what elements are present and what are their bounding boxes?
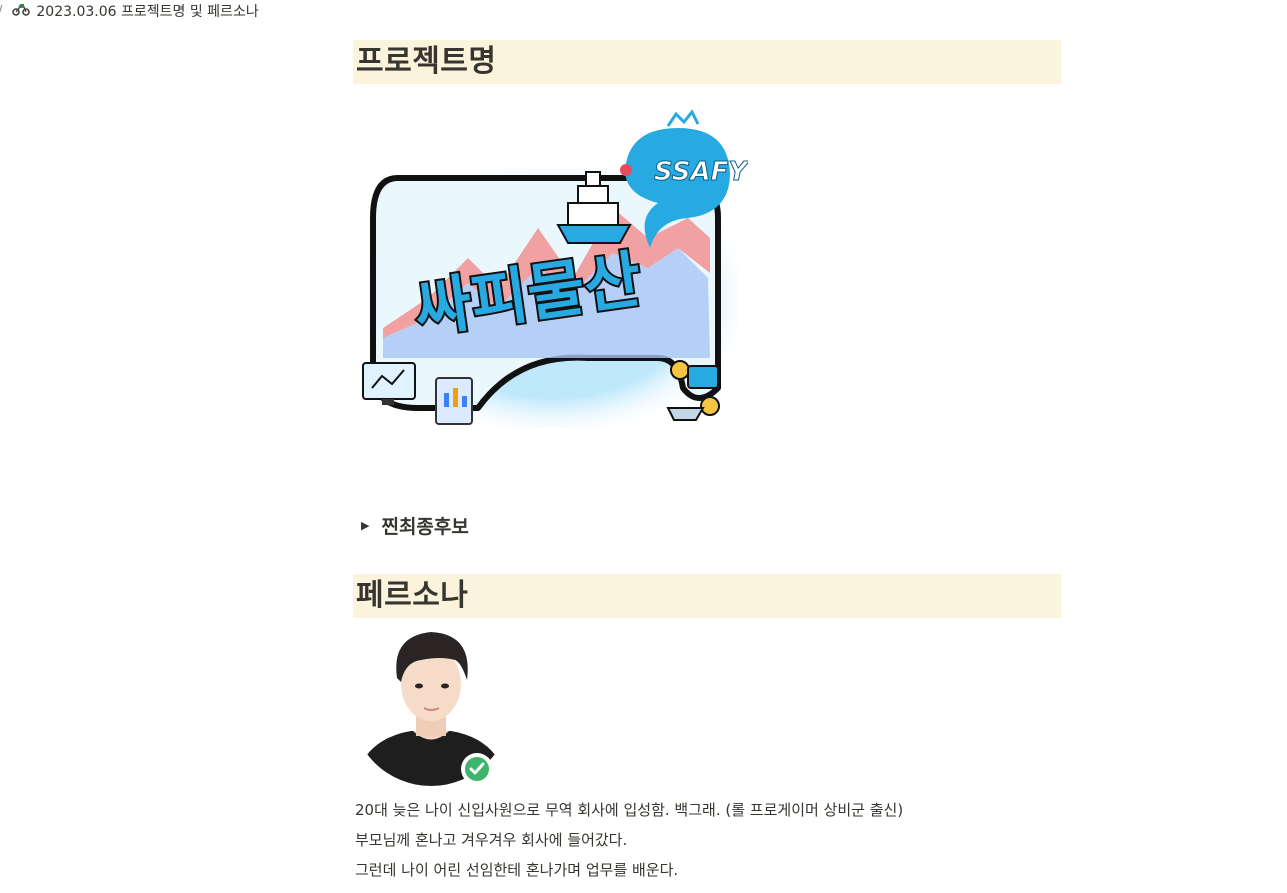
persona-heading: 페르소나 <box>353 574 1061 618</box>
breadcrumb-page[interactable]: 2023.03.06 프로젝트명 및 페르소나 <box>12 1 259 21</box>
breadcrumb-title: 2023.03.06 프로젝트명 및 페르소나 <box>36 4 259 20</box>
project-heading: 프로젝트명 <box>353 40 1061 84</box>
check-icon <box>461 753 493 785</box>
toggle-final-candidates[interactable]: ▶ 찐최종후보 <box>353 510 1061 540</box>
project-logo-image[interactable]: SSAFY 싸피물산 <box>358 108 751 448</box>
motorcycle-icon <box>12 2 31 20</box>
persona-photo[interactable] <box>361 626 511 791</box>
persona-description: 20대 늦은 나이 신입사원으로 무역 회사에 입성함. 백그래. (롤 프로게… <box>353 795 1061 885</box>
toggle-label: 찐최종후보 <box>381 515 469 538</box>
breadcrumb-separator: / <box>0 4 2 19</box>
persona-paragraph: 그런데 나이 어린 선임한테 혼나가며 업무를 배운다. <box>355 861 679 879</box>
breadcrumb: / 2023.03.06 프로젝트명 및 페르소나 <box>0 0 259 34</box>
page-content: 프로젝트명 SSAFY 싸피물산 ▶ 찐최종후보 페르소나 20대 늦은 나이 … <box>353 40 1061 885</box>
persona-paragraph: 20대 늦은 나이 신입사원으로 무역 회사에 입성함. 백그래. (롤 프로게… <box>355 801 904 819</box>
logo-badge-text: SSAFY <box>654 157 748 187</box>
persona-paragraph: 부모님께 혼나고 겨우겨우 회사에 들어갔다. <box>355 831 628 849</box>
toggle-triangle-icon[interactable]: ▶ <box>361 519 369 532</box>
